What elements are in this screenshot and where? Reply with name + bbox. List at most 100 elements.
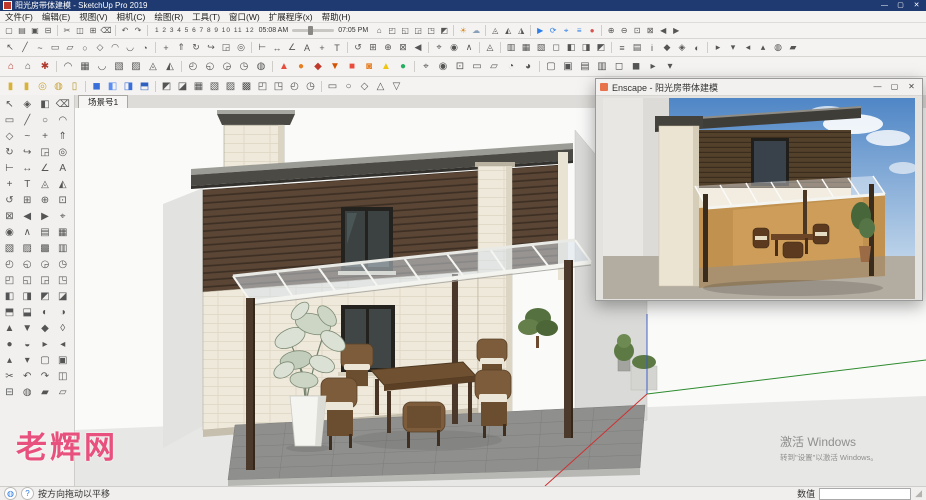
material-jar-icon[interactable]: ◎ bbox=[35, 79, 50, 94]
tool-icon[interactable]: ◻ bbox=[611, 59, 627, 75]
smoove-icon[interactable]: ◡ bbox=[94, 59, 110, 75]
next-view-icon[interactable]: ▶ bbox=[670, 25, 682, 37]
components-icon[interactable]: ◈ bbox=[675, 41, 689, 55]
tool-icon[interactable]: ▼ bbox=[327, 59, 343, 75]
walk-tool-icon[interactable]: ∧ bbox=[20, 225, 35, 240]
menu-window[interactable]: 窗口(W) bbox=[229, 11, 260, 23]
minimize-button[interactable]: — bbox=[878, 0, 891, 11]
copy-icon[interactable]: ◫ bbox=[74, 25, 86, 37]
axes-tool-icon[interactable]: + bbox=[2, 177, 17, 192]
tool-icon[interactable]: ◱ bbox=[20, 273, 35, 288]
rotated-rectangle-tool-icon[interactable]: ▱ bbox=[63, 41, 77, 55]
enscape-settings-icon[interactable]: ≡ bbox=[573, 25, 585, 37]
new-file-icon[interactable]: ▢ bbox=[3, 25, 15, 37]
undo-icon[interactable]: ↶ bbox=[119, 25, 131, 37]
tool-icon[interactable]: ◼ bbox=[628, 59, 644, 75]
tool-icon[interactable]: ✂ bbox=[2, 369, 17, 384]
select-tool-icon[interactable]: ↖ bbox=[2, 97, 17, 112]
tool-icon[interactable]: ▱ bbox=[486, 59, 502, 75]
tool-icon[interactable]: ◇ bbox=[357, 79, 372, 94]
look-around-tool-icon[interactable]: ◉ bbox=[447, 41, 461, 55]
tool-icon[interactable]: ◳ bbox=[271, 79, 286, 94]
tool-icon[interactable]: ◩ bbox=[38, 289, 53, 304]
pie-tool-icon[interactable]: ◔ bbox=[138, 41, 152, 55]
paste-icon[interactable]: ⊞ bbox=[87, 25, 99, 37]
section-plane-icon[interactable]: ◬ bbox=[489, 25, 501, 37]
position-camera-tool-icon[interactable]: ⌖ bbox=[55, 209, 70, 224]
solid-union-icon[interactable]: ◴ bbox=[185, 59, 201, 75]
back-edges-style-icon[interactable]: ▦ bbox=[519, 41, 533, 55]
extension-warehouse-icon[interactable]: ✱ bbox=[37, 59, 53, 75]
iso-view-icon[interactable]: ⌂ bbox=[373, 25, 385, 37]
tool-icon[interactable]: ▣ bbox=[55, 353, 70, 368]
print-icon[interactable]: ⊟ bbox=[42, 25, 54, 37]
tool-icon[interactable]: ▭ bbox=[325, 79, 340, 94]
tool-icon[interactable]: ▥ bbox=[55, 241, 70, 256]
zoom-window-tool-icon[interactable]: ⊡ bbox=[55, 193, 70, 208]
tool-icon[interactable]: ▩ bbox=[239, 79, 254, 94]
tool-icon[interactable]: ⌖ bbox=[418, 59, 434, 75]
material-jar-icon[interactable]: ▮ bbox=[19, 79, 34, 94]
component-box-icon[interactable]: ◨ bbox=[121, 79, 136, 94]
zoom-in-icon[interactable]: ⊕ bbox=[605, 25, 617, 37]
tool-icon[interactable]: ▲ bbox=[276, 59, 292, 75]
tool-icon[interactable]: ◶ bbox=[38, 257, 53, 272]
tape-measure-tool-icon[interactable]: ⊢ bbox=[2, 161, 17, 176]
dimension-tool-icon[interactable]: ↔ bbox=[20, 161, 35, 176]
measurement-input[interactable] bbox=[819, 488, 911, 500]
move-tool-icon[interactable]: + bbox=[159, 41, 173, 55]
offset-tool-icon[interactable]: ◎ bbox=[234, 41, 248, 55]
tool-icon[interactable]: ▴ bbox=[2, 353, 17, 368]
line-tool-icon[interactable]: ╱ bbox=[20, 113, 35, 128]
tool-icon[interactable]: ▸ bbox=[711, 41, 725, 55]
scale-tool-icon[interactable]: ◲ bbox=[219, 41, 233, 55]
enscape-close-button[interactable]: ✕ bbox=[905, 80, 918, 94]
paint-bucket-tool-icon[interactable]: ◧ bbox=[38, 97, 53, 112]
menu-extensions[interactable]: 扩展程序(x) bbox=[269, 11, 313, 23]
tool-icon[interactable]: ▼ bbox=[20, 321, 35, 336]
3d-text-tool-icon[interactable]: T bbox=[330, 41, 344, 55]
previous-view-icon[interactable]: ◀ bbox=[657, 25, 669, 37]
circle-tool-icon[interactable]: ○ bbox=[78, 41, 92, 55]
cut-icon[interactable]: ✂ bbox=[61, 25, 73, 37]
tool-icon[interactable]: ▱ bbox=[55, 385, 70, 400]
tags-icon[interactable]: ≡ bbox=[615, 41, 629, 55]
tool-icon[interactable]: ◨ bbox=[20, 289, 35, 304]
rotate-tool-icon[interactable]: ↻ bbox=[2, 145, 17, 160]
zoom-tool-icon[interactable]: ⊕ bbox=[381, 41, 395, 55]
tool-icon[interactable]: ▾ bbox=[662, 59, 678, 75]
tool-icon[interactable]: ◳ bbox=[55, 273, 70, 288]
tool-icon[interactable]: ▦ bbox=[191, 79, 206, 94]
section-cuts-icon[interactable]: ◭ bbox=[502, 25, 514, 37]
arc-tool-icon[interactable]: ◠ bbox=[108, 41, 122, 55]
tool-icon[interactable]: ◧ bbox=[2, 289, 17, 304]
erase-icon[interactable]: ⌫ bbox=[100, 25, 112, 37]
menu-view[interactable]: 视图(V) bbox=[79, 11, 107, 23]
tool-icon[interactable]: ◩ bbox=[159, 79, 174, 94]
tool-icon[interactable]: ◐ bbox=[38, 305, 53, 320]
sandbox-from-contours-icon[interactable]: ◠ bbox=[60, 59, 76, 75]
tool-icon[interactable]: ● bbox=[293, 59, 309, 75]
tool-icon[interactable]: ▥ bbox=[594, 59, 610, 75]
enscape-maximize-button[interactable]: ▢ bbox=[888, 80, 901, 94]
enscape-window[interactable]: Enscape - 阳光房带体建模 — ▢ ✕ bbox=[595, 78, 923, 301]
tool-icon[interactable]: ▸ bbox=[38, 337, 53, 352]
dimension-tool-icon[interactable]: ↔ bbox=[270, 41, 284, 55]
push-pull-tool-icon[interactable]: ⇑ bbox=[174, 41, 188, 55]
zoom-window-icon[interactable]: ⊡ bbox=[631, 25, 643, 37]
front-view-icon[interactable]: ◱ bbox=[399, 25, 411, 37]
tool-icon[interactable]: ▾ bbox=[726, 41, 740, 55]
top-view-icon[interactable]: ◰ bbox=[386, 25, 398, 37]
fog-toggle-icon[interactable]: ☁ bbox=[470, 25, 482, 37]
tool-icon[interactable]: ◔ bbox=[503, 59, 519, 75]
offset-tool-icon[interactable]: ◎ bbox=[55, 145, 70, 160]
enscape-sync-icon[interactable]: ⟳ bbox=[547, 25, 559, 37]
tool-icon[interactable]: ▴ bbox=[756, 41, 770, 55]
two-point-arc-tool-icon[interactable]: ◡ bbox=[123, 41, 137, 55]
previous-view-tool-icon[interactable]: ◀ bbox=[411, 41, 425, 55]
tool-icon[interactable]: ◵ bbox=[20, 257, 35, 272]
move-tool-icon[interactable]: + bbox=[38, 129, 53, 144]
shadows-toggle-icon[interactable]: ☀ bbox=[457, 25, 469, 37]
share-model-icon[interactable]: ⌂ bbox=[20, 59, 36, 75]
tape-measure-tool-icon[interactable]: ⊢ bbox=[255, 41, 269, 55]
